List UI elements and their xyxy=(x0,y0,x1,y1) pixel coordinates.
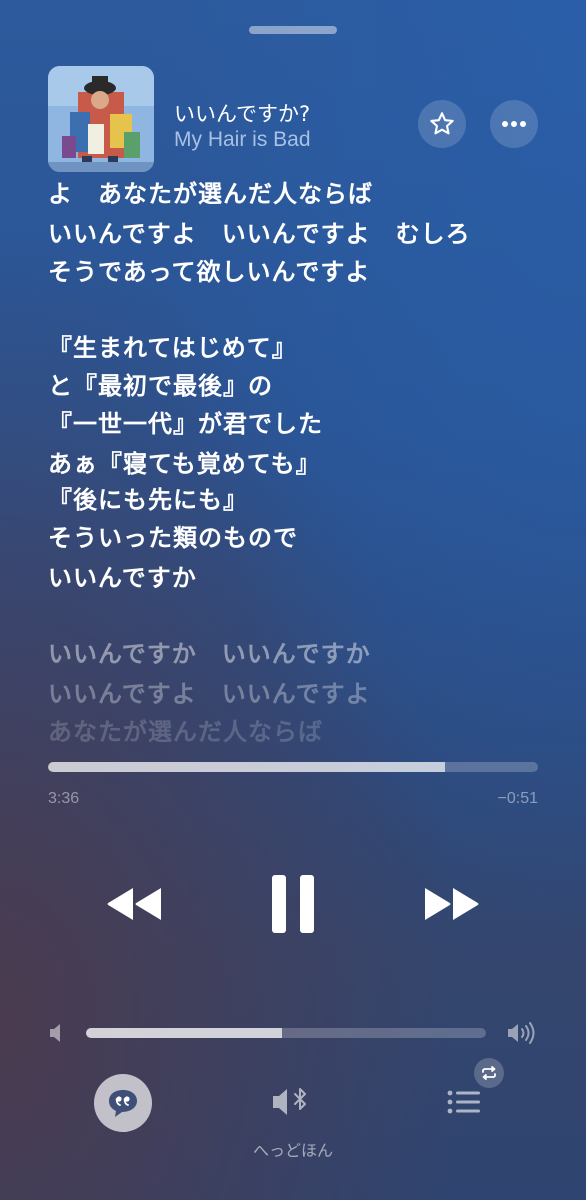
elapsed-time: 3:36 xyxy=(48,790,80,807)
lyric-line[interactable]: 『生まれてはじめて』 xyxy=(48,330,297,366)
lyric-line[interactable]: 『一世一代』が君でした xyxy=(48,406,323,442)
audio-output-button[interactable] xyxy=(268,1080,318,1124)
lyric-line[interactable]: 『後にも先にも』 xyxy=(48,482,248,518)
lyric-line[interactable]: と『最初で最後』の xyxy=(48,368,273,404)
pause-button[interactable] xyxy=(253,866,333,942)
volume-control xyxy=(48,1016,538,1050)
speaker-bluetooth-icon xyxy=(273,1088,306,1115)
forward-icon xyxy=(425,888,479,920)
volume-slider[interactable] xyxy=(86,1028,486,1038)
queue-button[interactable] xyxy=(440,1082,488,1122)
lyrics-view[interactable]: よ あなたが選んだ人ならば いいんですよ いいんですよ むしろ そうであって欲し… xyxy=(48,176,548,750)
audio-output-label[interactable]: へっどほん xyxy=(193,1137,393,1161)
ellipsis-icon xyxy=(502,121,526,127)
lyric-line[interactable]: よ あなたが選んだ人ならば xyxy=(48,176,373,212)
quote-bubble-icon xyxy=(109,1090,137,1117)
remaining-time: −0:51 xyxy=(497,790,538,807)
repeat-icon xyxy=(482,1066,496,1080)
backward-icon xyxy=(107,888,161,920)
lyric-line[interactable]: そういった類のもので xyxy=(48,520,298,556)
album-artwork[interactable] xyxy=(48,66,154,172)
star-icon xyxy=(430,112,454,135)
speaker-low-icon xyxy=(50,1024,60,1042)
lyric-line[interactable]: いいんですよ いいんですよ xyxy=(48,676,371,712)
song-title[interactable]: いいんですか? xyxy=(174,98,310,128)
lyric-line[interactable]: あなたが選んだ人ならば xyxy=(48,714,323,750)
lyrics-button[interactable] xyxy=(94,1074,152,1132)
volume-slider-fill xyxy=(86,1028,282,1038)
playback-progress-fill xyxy=(48,762,446,772)
lyric-line[interactable]: そうであって欲しいんですよ xyxy=(48,254,370,290)
list-icon xyxy=(447,1090,480,1114)
favorite-button[interactable] xyxy=(418,100,466,148)
lyric-line[interactable]: いいんですか いいんですか xyxy=(48,636,371,672)
more-options-button[interactable] xyxy=(490,100,538,148)
repeat-indicator[interactable] xyxy=(474,1058,504,1088)
lyric-line[interactable]: あぁ『寝ても覚めても』 xyxy=(48,446,321,482)
now-playing-header: いいんですか? My Hair is Bad xyxy=(48,66,538,174)
lyric-line[interactable]: いいんですか xyxy=(48,560,197,596)
pause-icon xyxy=(272,875,314,933)
lyric-line[interactable]: いいんですよ いいんですよ むしろ xyxy=(48,216,471,252)
playback-scrubber[interactable] xyxy=(48,762,538,772)
forward-button[interactable] xyxy=(414,874,490,934)
song-artist[interactable]: My Hair is Bad xyxy=(174,128,311,152)
speaker-high-icon xyxy=(508,1022,535,1044)
sheet-grabber[interactable] xyxy=(249,26,337,34)
rewind-button[interactable] xyxy=(96,874,172,934)
